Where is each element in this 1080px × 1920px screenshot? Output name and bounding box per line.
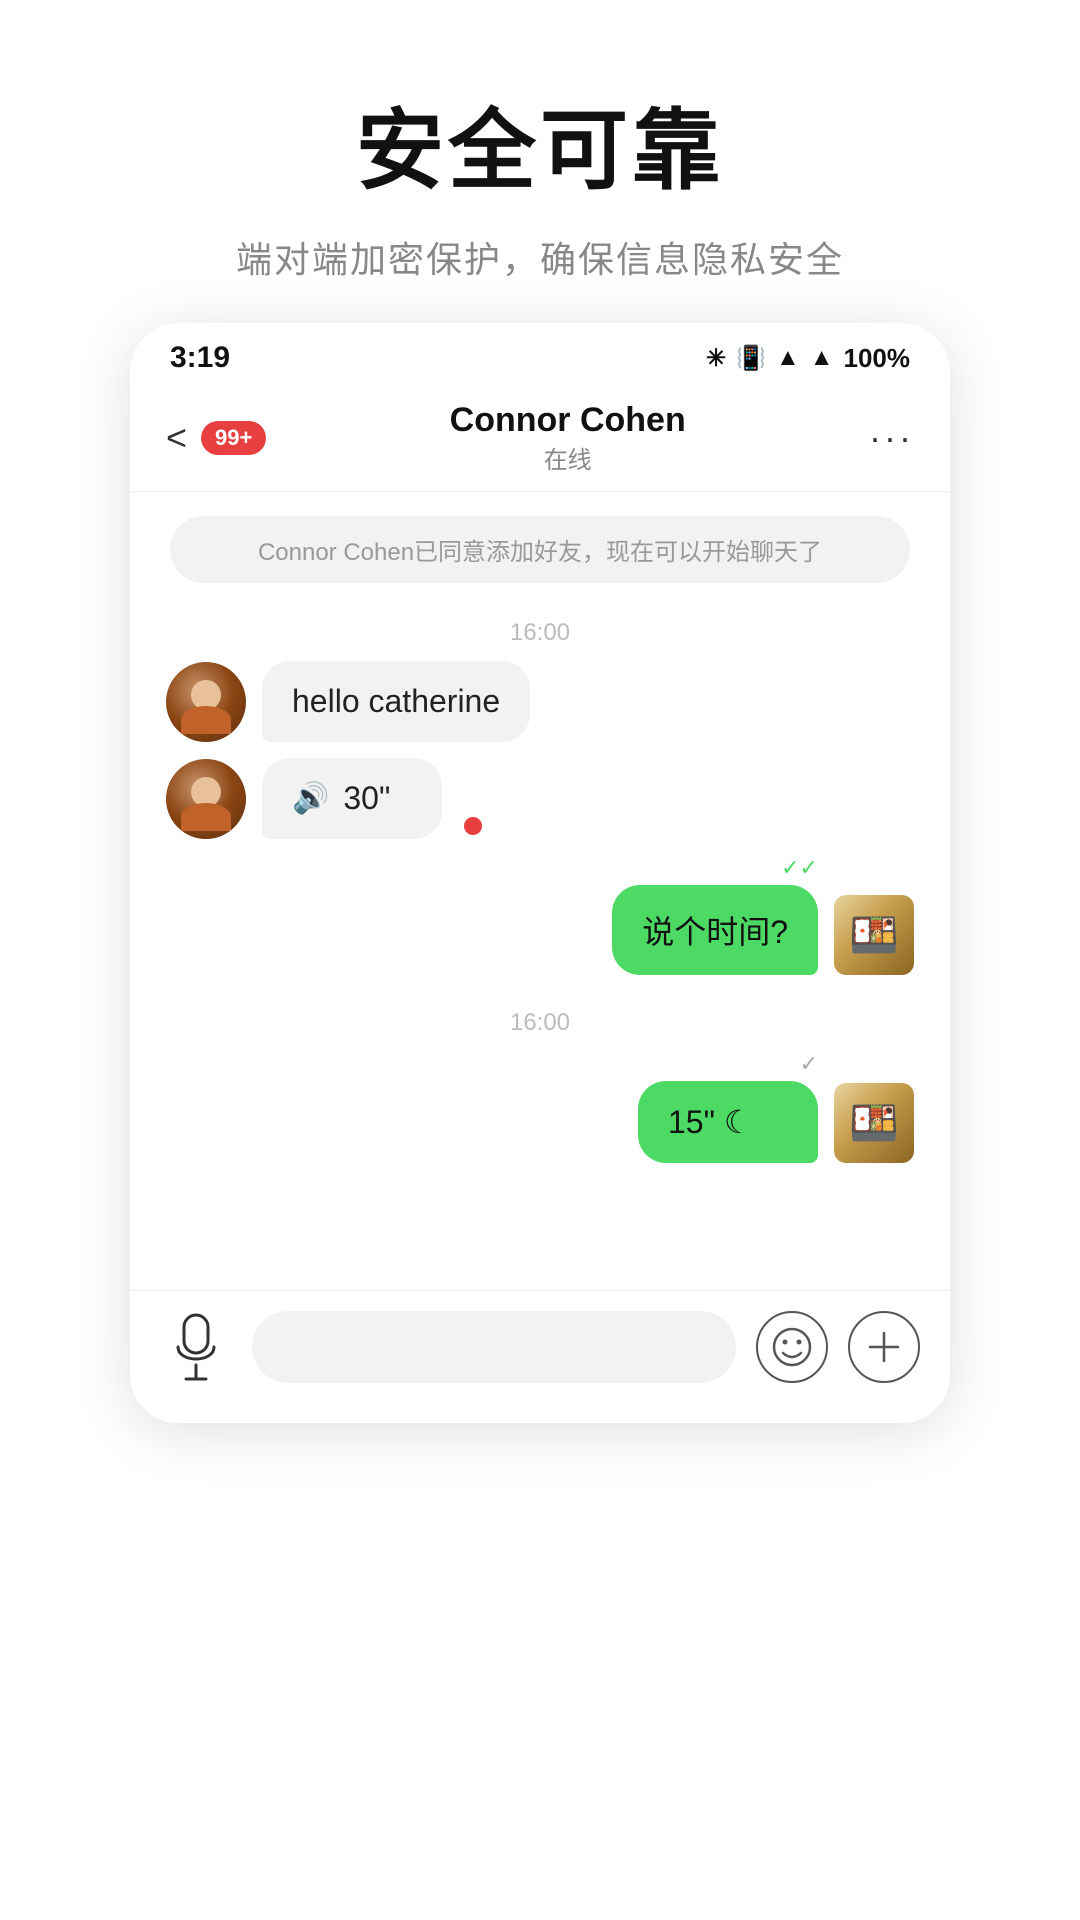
chat-input-bar <box>130 1290 950 1423</box>
page-header: 安全可靠 端对端加密保护，确保信息隐私安全 <box>0 0 1080 323</box>
phone-mockup: 3:19 ✳ 📳 ▲ ▲ 100% < 99+ Connor Cohen 在线 … <box>130 323 950 1423</box>
more-options-button[interactable]: ··· <box>869 417 914 459</box>
chat-header-left: < 99+ <box>166 417 266 459</box>
status-bar: 3:19 ✳ 📳 ▲ ▲ 100% <box>130 323 950 385</box>
message-input[interactable] <box>252 1311 736 1383</box>
message-row-4: ✓ 15" ☾ <box>166 1051 914 1163</box>
message-row-1: hello catherine <box>166 661 914 742</box>
page-title: 安全可靠 <box>356 80 724 207</box>
message-bubble-3: 说个时间? <box>612 885 818 975</box>
sent-wrapper-2: ✓ 15" ☾ <box>638 1051 818 1163</box>
contact-status: 在线 <box>544 440 592 475</box>
wifi-icon: ▲ <box>776 344 800 372</box>
message-bubble-1: hello catherine <box>262 661 530 742</box>
emoji-button[interactable] <box>756 1311 828 1383</box>
unread-indicator <box>464 817 482 835</box>
sent-wrapper-1: ✓✓ 说个时间? <box>612 855 818 975</box>
status-icons: ✳ 📳 ▲ ▲ 100% <box>706 343 910 374</box>
chat-header: < 99+ Connor Cohen 在线 ··· <box>130 385 950 492</box>
battery-level: 100% <box>844 343 911 374</box>
chat-body: 16:00 hello catherine 🔊 30" <box>130 591 950 1245</box>
message-text-1: hello catherine <box>292 683 500 719</box>
vibrate-icon: 📳 <box>736 344 766 373</box>
message-bubble-2: 🔊 30" <box>262 758 442 839</box>
message-text-3: 说个时间? <box>642 914 788 950</box>
emoji-icon <box>772 1327 812 1367</box>
read-tick-1: ✓✓ <box>781 855 818 881</box>
status-time: 3:19 <box>170 341 230 375</box>
read-tick-2: ✓ <box>800 1051 818 1077</box>
sender-avatar-1 <box>166 662 246 742</box>
sent-avatar-2 <box>834 1083 914 1163</box>
notification-badge: 99+ <box>201 421 266 455</box>
mic-icon <box>174 1313 218 1381</box>
chat-spacer <box>130 1245 950 1291</box>
message-bubble-4: 15" ☾ <box>638 1081 818 1163</box>
back-button[interactable]: < <box>166 417 187 459</box>
signal-icon: ▲ <box>810 344 834 372</box>
contact-name: Connor Cohen <box>450 401 686 440</box>
chat-header-center: Connor Cohen 在线 <box>266 401 869 475</box>
voice-icon: 🔊 <box>292 781 329 816</box>
plus-icon <box>866 1329 902 1365</box>
page-subtitle: 端对端加密保护，确保信息隐私安全 <box>236 231 844 283</box>
voice-duration: 30" <box>343 780 390 817</box>
system-notice: Connor Cohen已同意添加好友，现在可以开始聊天了 <box>170 516 910 583</box>
message-row-3: ✓✓ 说个时间? <box>166 855 914 975</box>
microphone-button[interactable] <box>160 1311 232 1383</box>
message-text-4: 15" ☾ <box>668 1103 753 1141</box>
add-button[interactable] <box>848 1311 920 1383</box>
bluetooth-icon: ✳ <box>706 344 726 373</box>
message-row-2: 🔊 30" <box>166 758 914 839</box>
sender-avatar-2 <box>166 759 246 839</box>
sent-avatar-1 <box>834 895 914 975</box>
timestamp-2: 16:00 <box>166 1009 914 1037</box>
timestamp-1: 16:00 <box>166 619 914 647</box>
